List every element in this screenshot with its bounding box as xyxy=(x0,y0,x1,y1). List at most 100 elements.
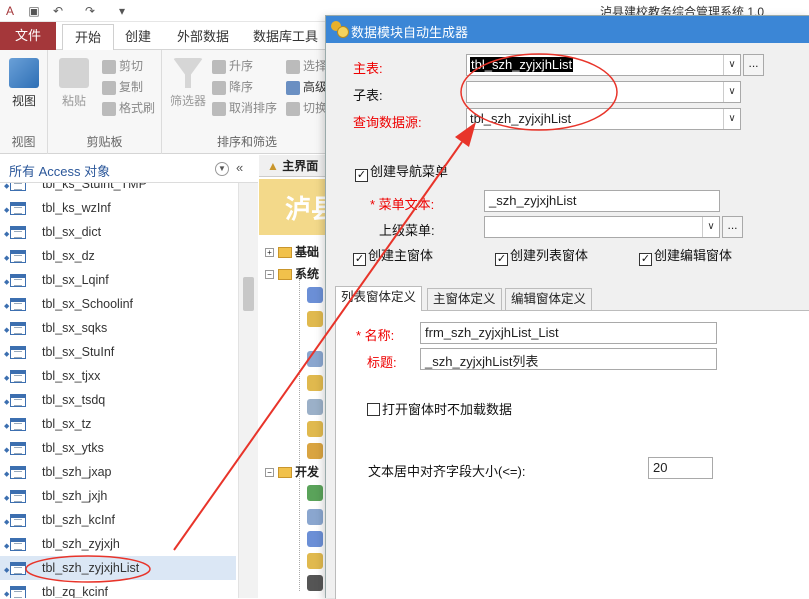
main-table-label: 主表: xyxy=(353,61,383,76)
parent-menu-combo[interactable]: ∨ xyxy=(484,216,720,238)
nav-item-table[interactable]: ◆ tbl_ks_Stuint_TMP xyxy=(0,183,236,196)
create-main-form-checkbox[interactable]: ✓ 创建主窗体 xyxy=(353,248,433,266)
table-icon xyxy=(10,274,26,287)
toggle-filter-button[interactable]: 切换 xyxy=(286,98,327,118)
folder-open-icon xyxy=(278,467,292,479)
collapse-icon[interactable]: − xyxy=(265,468,274,478)
ribbon-group-view: 视图 视图 xyxy=(0,50,48,154)
nav-item-table[interactable]: ◆ tbl_szh_jxjh xyxy=(0,484,236,508)
chevron-down-icon[interactable]: ▼ xyxy=(215,162,229,176)
checkmark-icon: ✓ xyxy=(355,169,368,182)
nav-item-table[interactable]: ◆ tbl_sx_tjxx xyxy=(0,364,236,388)
nav-item-label: tbl_szh_zyjxjhList xyxy=(42,561,140,575)
chevron-down-icon[interactable]: ∨ xyxy=(723,82,740,102)
table-icon xyxy=(10,370,26,383)
nav-item-table[interactable]: ◆ tbl_sx_ytks xyxy=(0,436,236,460)
create-nav-menu-checkbox[interactable]: ✓ 创建导航菜单 xyxy=(355,164,448,182)
menu-text-field[interactable]: _szh_zyjxjhList xyxy=(484,190,720,212)
query-source-combo[interactable]: tbl_szh_zyjxjhList ∨ xyxy=(466,108,741,130)
tab-edit-form-def[interactable]: 编辑窗体定义 xyxy=(505,288,593,310)
list-icon xyxy=(307,575,323,591)
filter-button[interactable]: 筛选器 xyxy=(168,58,208,109)
sort-ascending-button[interactable]: 升序 xyxy=(212,56,253,76)
checkbox-empty xyxy=(367,403,380,416)
sort-descending-button[interactable]: 降序 xyxy=(212,77,253,97)
chevron-down-icon[interactable]: ∨ xyxy=(702,217,719,237)
sub-table-combo[interactable]: ∨ xyxy=(466,81,741,103)
cut-button[interactable]: 剪切 xyxy=(102,56,143,76)
tree-node-system[interactable]: − 系统 xyxy=(265,265,319,287)
form-name-field[interactable]: frm_szh_zyjxjhList_List xyxy=(420,322,717,344)
collapse-icon[interactable]: − xyxy=(265,270,274,280)
nav-item-table[interactable]: ◆ tbl_ks_wzInf xyxy=(0,196,236,220)
chevron-down-icon[interactable]: ∨ xyxy=(723,55,740,75)
tab-home[interactable]: 开始 xyxy=(62,24,115,51)
view-button[interactable]: 视图 xyxy=(6,58,42,109)
access-logo-icon: A xyxy=(5,4,14,18)
dialog-title: 数据模块自动生成器 xyxy=(351,25,469,40)
selection-button[interactable]: 选择 xyxy=(286,56,327,76)
table-icon xyxy=(10,298,26,311)
tab-main-form-def[interactable]: 主窗体定义 xyxy=(427,288,502,310)
nav-item-table[interactable]: ◆ tbl_sx_dz xyxy=(0,244,236,268)
nav-item-table[interactable]: ◆ tbl_sx_tsdq xyxy=(0,388,236,412)
nav-item-table[interactable]: ◆ tbl_sx_Lqinf xyxy=(0,268,236,292)
no-load-on-open-checkbox[interactable]: 打开窗体时不加载数据 xyxy=(367,402,512,418)
nav-item-table[interactable]: ◆ tbl_sx_sqks xyxy=(0,316,236,340)
chevron-down-icon[interactable]: ∨ xyxy=(723,109,740,129)
form-icon: ▲ xyxy=(267,159,283,173)
nav-item-table[interactable]: ◆ tbl_szh_zyjxjh xyxy=(0,532,236,556)
nav-item-table[interactable]: ◆ tbl_sx_dict xyxy=(0,220,236,244)
nav-item-table[interactable]: ◆ tbl_szh_zyjxjhList xyxy=(0,556,236,580)
nav-item-table[interactable]: ◆ tbl_sx_Schoolinf xyxy=(0,292,236,316)
nav-list: ◆ tbl_ks_Stuint_TMP ◆ tbl_ks_wzInf ◆ tbl_sx_d… xyxy=(0,183,238,598)
tab-database-tools[interactable]: 数据库工具 xyxy=(241,24,330,50)
checkmark-icon: ✓ xyxy=(639,253,652,266)
form-name-label: * 名称: xyxy=(356,328,395,343)
main-table-browse-button[interactable]: ... xyxy=(743,54,764,76)
nav-item-label: tbl_sx_tz xyxy=(42,417,92,431)
nav-item-table[interactable]: ◆ tbl_szh_kcInf xyxy=(0,508,236,532)
create-list-form-checkbox[interactable]: ✓ 创建列表窗体 xyxy=(495,248,588,266)
nav-scroll-thumb[interactable] xyxy=(243,277,254,311)
database-icon xyxy=(307,399,323,415)
customize-icon[interactable]: ▾ xyxy=(114,3,130,19)
advanced-button[interactable]: 高级 xyxy=(286,77,327,97)
copy-button[interactable]: 复制 xyxy=(102,77,143,97)
nav-scrollbar[interactable] xyxy=(238,183,258,598)
nav-item-label: tbl_szh_zyjxjh xyxy=(42,537,120,551)
tree-node-dev[interactable]: − 开发 xyxy=(265,463,319,485)
main-table-combo[interactable]: tbl_szh_zyjxjhList ∨ xyxy=(466,54,741,76)
undo-icon[interactable]: ↶ xyxy=(50,3,66,19)
nav-item-table[interactable]: ◆ tbl_sx_StuInf xyxy=(0,340,236,364)
nav-title[interactable]: 所有 Access 对象 xyxy=(9,161,110,180)
format-painter-button[interactable]: 格式刷 xyxy=(102,98,155,118)
group-label-clipboard: 剪贴板 xyxy=(86,135,123,149)
main-form-banner: 泸县 xyxy=(259,179,325,235)
tab-external-data[interactable]: 外部数据 xyxy=(165,24,241,50)
nav-item-table[interactable]: ◆ tbl_zq_kcinf xyxy=(0,580,236,598)
tab-file[interactable]: 文件 xyxy=(0,22,56,50)
funnel-icon xyxy=(173,58,203,88)
collapse-pane-icon[interactable]: « xyxy=(236,160,243,175)
nav-item-table[interactable]: ◆ tbl_sx_tz xyxy=(0,412,236,436)
paste-button[interactable]: 粘贴 xyxy=(56,58,92,109)
parent-menu-browse-button[interactable]: ... xyxy=(722,216,743,238)
form-caption-label: 标题: xyxy=(367,355,397,370)
form-caption-field[interactable]: _szh_zyjxjhList列表 xyxy=(420,348,717,370)
tab-list-form-def[interactable]: 列表窗体定义 xyxy=(335,286,423,311)
redo-icon[interactable]: ↷ xyxy=(82,3,98,19)
align-size-field[interactable]: 20 xyxy=(648,457,713,479)
nav-item-table[interactable]: ◆ tbl_szh_jxap xyxy=(0,460,236,484)
create-edit-form-checkbox[interactable]: ✓ 创建编辑窗体 xyxy=(639,248,732,266)
main-form-tab[interactable]: ▲ 主界面 xyxy=(259,155,325,177)
nav-item-label: tbl_zq_kcinf xyxy=(42,585,109,598)
nav-header: 所有 Access 对象 ▼ « xyxy=(0,155,258,183)
tab-create[interactable]: 创建 xyxy=(113,24,163,50)
tree-node-basic[interactable]: + 基础 xyxy=(265,243,319,265)
checkmark-icon: ✓ xyxy=(353,253,366,266)
save-icon[interactable]: ▣ xyxy=(26,3,42,19)
clear-sort-button[interactable]: 取消排序 xyxy=(212,98,277,118)
dialog-titlebar[interactable]: 数据模块自动生成器 xyxy=(326,16,809,43)
expand-icon[interactable]: + xyxy=(265,248,274,258)
